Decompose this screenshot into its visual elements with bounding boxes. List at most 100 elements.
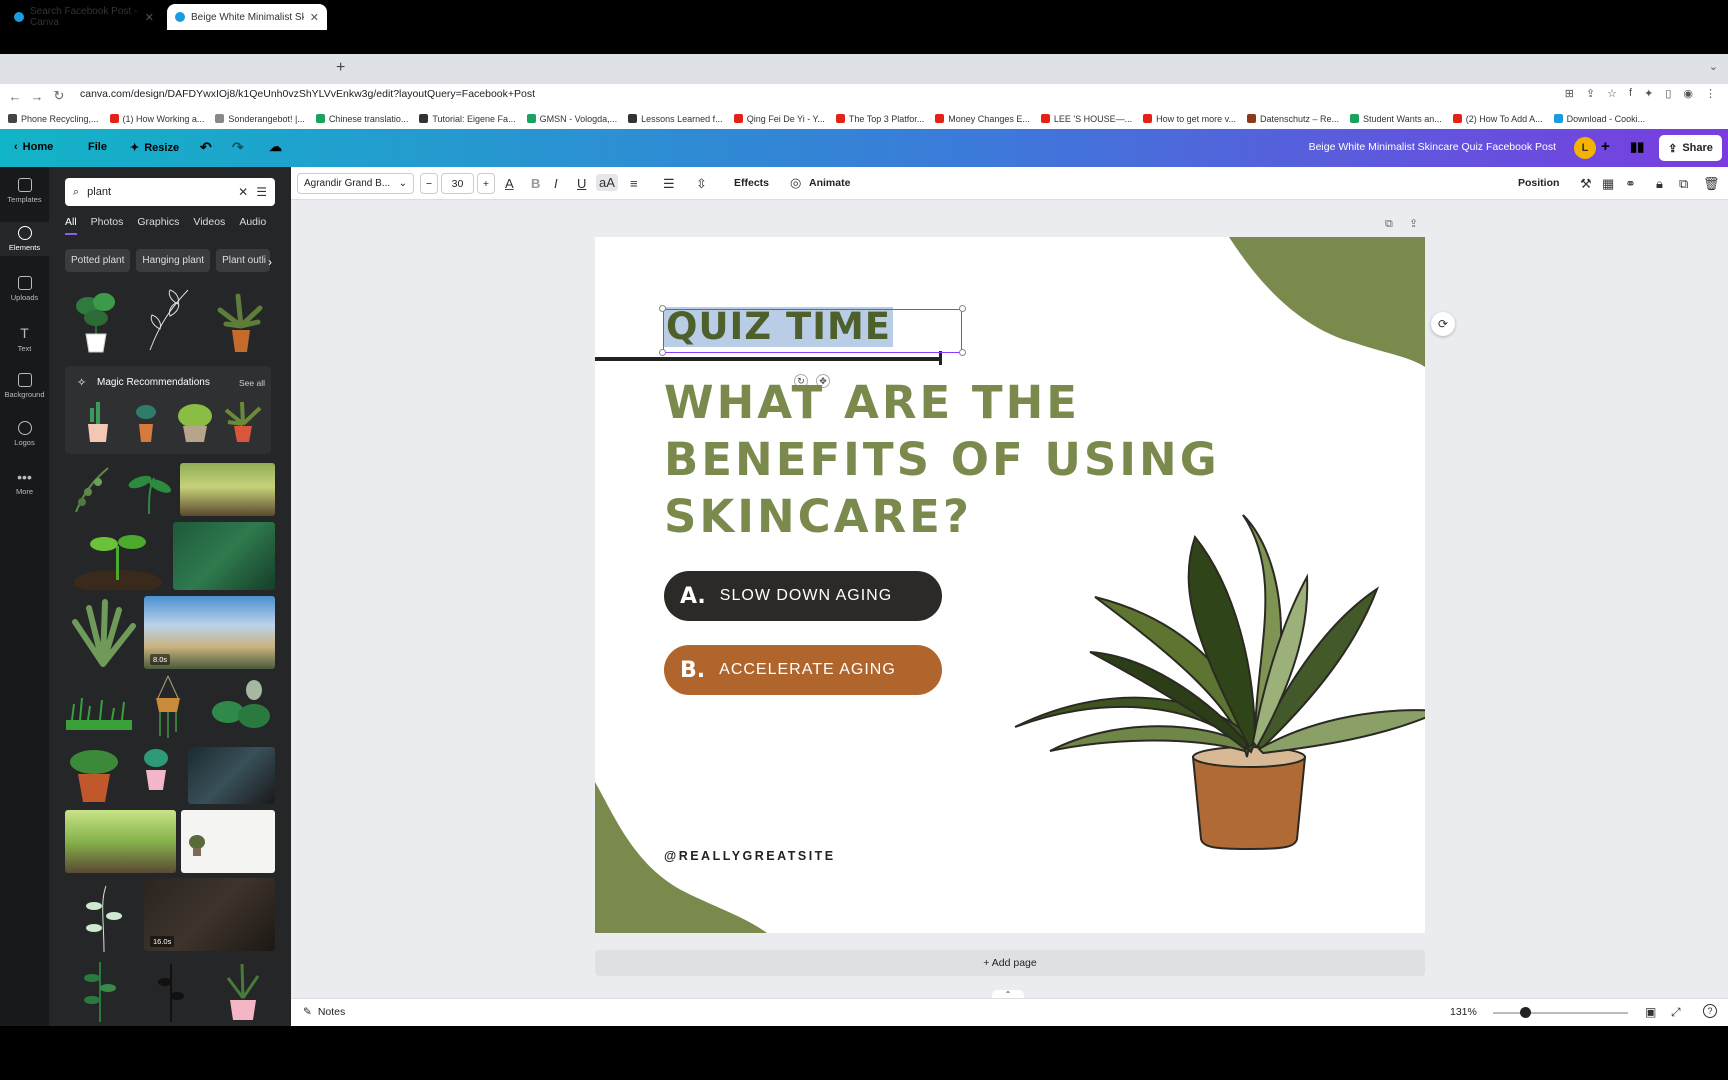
text-color-icon[interactable]: A [505,176,514,191]
magic-thumb[interactable] [82,398,114,444]
font-size-input[interactable]: 30 [441,173,474,194]
answer-b-button[interactable]: B. ACCELERATE AGING [664,645,942,695]
soil-video-thumb[interactable]: 16.0s [144,878,275,951]
url-field[interactable]: canva.com/design/DAFDYwxIOj8/k1QeUnh0vzS… [80,88,535,100]
bookmark-item[interactable]: Money Changes E... [935,114,1030,124]
new-tab-icon[interactable]: + [336,59,345,77]
sidepanel-icon[interactable]: ▯ [1665,87,1671,100]
bookmark-item[interactable]: Chinese translatio... [315,114,408,124]
bookmark-item[interactable]: How to get more v... [1143,114,1236,124]
bookmark-item[interactable]: GMSN - Vologda,... [526,114,617,124]
bookmark-item[interactable]: (2) How To Add A... [1452,114,1543,124]
share-button[interactable]: ⇪ Share [1659,135,1722,161]
home-button[interactable]: ‹ Home [14,141,53,153]
close-icon[interactable]: ✕ [145,11,154,24]
plant-outline-thumb[interactable] [140,284,198,354]
duplicate-icon[interactable]: ⧉ [1679,176,1688,192]
sprouts-photo-thumb[interactable] [65,810,176,873]
zoom-slider[interactable] [1493,1012,1628,1014]
video-thumb[interactable]: 8.0s [144,596,275,669]
grass-graphic-thumb[interactable] [66,686,132,732]
tab-all[interactable]: All [65,216,77,235]
bookmark-item[interactable]: Phone Recycling,... [8,114,99,124]
bold-icon[interactable]: B [531,176,540,191]
bookmark-item[interactable]: Datenschutz – Re... [1246,114,1339,124]
website-text[interactable]: @REALLYGREATSITE [664,849,836,863]
rail-templates[interactable]: Templates [0,178,49,204]
chip-plant-outline[interactable]: Plant outli [216,249,271,272]
resize-handle[interactable] [659,305,666,312]
pink-pot-thumb[interactable] [218,958,268,1022]
browser-tab-design[interactable]: Beige White Minimalist Skinca ✕ [167,4,327,30]
help-icon[interactable]: ? [1703,1004,1717,1018]
sprout-graphic-thumb[interactable] [68,522,170,590]
star-icon[interactable]: ☆ [1607,87,1617,100]
letter-case-icon[interactable]: aA [596,174,618,191]
position-button[interactable]: Position [1518,177,1559,189]
bookmark-item[interactable]: Download - Cooki... [1553,114,1645,124]
bookmark-item[interactable]: The Top 3 Platfor... [835,114,924,124]
cloud-saved-icon[interactable]: ☁ [269,139,282,155]
lock-icon[interactable]: 🔒︎ [1656,176,1663,192]
dark-leaf-thumb[interactable] [156,958,186,1022]
underline-icon[interactable]: U [577,176,586,191]
tab-photos[interactable]: Photos [91,216,124,235]
insights-icon[interactable]: ▮▮ [1630,139,1644,155]
page-view-icon[interactable]: ▣ [1645,1005,1656,1019]
hanging-plant-thumb[interactable] [150,674,186,740]
refresh-icon[interactable]: ⟳ [1431,312,1455,336]
font-size-decrease-button[interactable]: − [420,173,438,194]
succulent-thumb[interactable] [140,744,172,792]
notes-button[interactable]: ✎ Notes [303,1006,345,1018]
list-icon[interactable]: ☰ [663,176,675,192]
align-left-icon[interactable]: ≡ [630,176,638,191]
facebook-ext-icon[interactable]: f [1629,87,1632,100]
extensions-icon[interactable]: ✦ [1644,87,1653,100]
profile-icon[interactable]: ◉ [1683,87,1693,100]
branch-graphic-thumb[interactable] [80,882,126,954]
animate-button[interactable]: Animate [809,177,850,189]
magic-thumb[interactable] [220,398,266,444]
leaves-graphic-thumb[interactable] [206,676,276,736]
graphic-thumb[interactable] [68,462,114,516]
graphic-thumb[interactable] [124,468,174,516]
rail-text[interactable]: T Text [0,325,49,353]
leaves-photo-thumb[interactable] [173,522,275,590]
bonsai-photo-thumb[interactable] [181,810,275,873]
avatar[interactable]: L [1574,137,1596,159]
transparency-icon[interactable]: ▦ [1602,176,1614,192]
design-title[interactable]: Beige White Minimalist Skincare Quiz Fac… [1309,141,1556,153]
resize-handle[interactable] [959,305,966,312]
resize-button[interactable]: ✦ Resize [130,141,179,155]
chevron-right-icon[interactable]: › [268,255,272,269]
chevron-down-icon[interactable]: ⌄ [1709,60,1718,73]
tab-videos[interactable]: Videos [193,216,225,235]
selection-box[interactable] [663,309,962,353]
question-text[interactable]: WHAT ARE THE BENEFITS OF USING SKINCARE? [664,374,1284,545]
effects-button[interactable]: Effects [734,177,769,189]
browser-tab-search[interactable]: Search Facebook Post - Canva ✕ [6,4,162,30]
reload-icon[interactable]: ↻ [48,88,70,104]
answer-a-button[interactable]: A. SLOW DOWN AGING [664,571,942,621]
spacing-icon[interactable]: ⇳ [696,176,707,192]
trash-icon[interactable]: 🗑︎ [1703,176,1720,192]
share-page-icon[interactable]: ⇪ [1586,87,1595,100]
chip-potted-plant[interactable]: Potted plant [65,249,131,272]
add-member-icon[interactable]: + [1601,138,1610,155]
bookmark-item[interactable]: LEE 'S HOUSE—... [1040,114,1132,124]
bookmark-item[interactable]: Student Wants an... [1350,114,1442,124]
rail-logos[interactable]: Logos [0,421,49,447]
bookmark-item[interactable]: Sonderangebot! |... [215,114,305,124]
bookmark-item[interactable]: Qing Fei De Yi - Y... [733,114,825,124]
plant-graphic-thumb[interactable] [68,284,124,354]
back-icon[interactable]: ← [4,89,26,104]
resize-handle[interactable] [659,349,666,356]
font-dropdown[interactable]: Agrandir Grand B... ⌄ [297,173,414,194]
aloe-graphic-thumb[interactable] [65,598,141,668]
translate-icon[interactable]: ⊞ [1565,87,1574,100]
add-page-icon[interactable]: ⇪ [1409,217,1418,230]
paint-format-icon[interactable]: ⚒ [1580,176,1592,192]
redo-icon[interactable]: ↷ [232,139,244,156]
tab-graphics[interactable]: Graphics [137,216,179,235]
duplicate-page-icon[interactable]: ⧉ [1385,218,1393,231]
